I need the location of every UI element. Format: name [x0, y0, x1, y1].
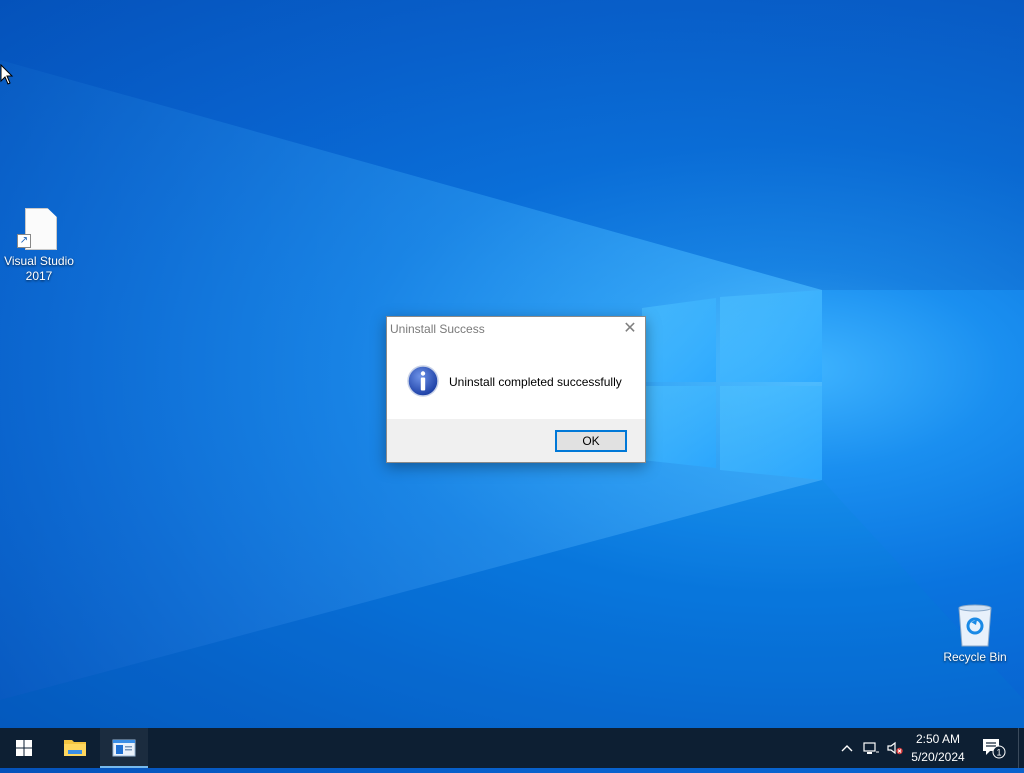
visual-studio-2017-shortcut[interactable]: ↗ Visual Studio 2017	[0, 204, 79, 284]
ok-button[interactable]: OK	[555, 430, 627, 452]
close-icon[interactable]: ✕	[619, 319, 641, 339]
taskbar: 2:50 AM 5/20/2024 1	[0, 728, 1024, 768]
desktop-icon-label-line2: 2017	[25, 269, 53, 283]
desktop-icon-label: Recycle Bin	[943, 650, 1007, 664]
app-window-icon	[112, 739, 136, 757]
shortcut-arrow-icon: ↗	[17, 234, 31, 248]
recycle-bin-icon	[953, 600, 997, 648]
taskbar-app-button[interactable]	[100, 728, 148, 768]
clock-time: 2:50 AM	[915, 732, 961, 746]
recycle-bin-icon-shortcut[interactable]: Recycle Bin	[935, 600, 1015, 665]
dialog-body: Uninstall completed successfully	[387, 341, 645, 419]
windows-logo-icon	[16, 740, 32, 756]
dialog-title: Uninstall Success	[390, 322, 485, 336]
uninstall-success-dialog: Uninstall Success ✕ Uninstall completed …	[386, 316, 646, 463]
windows-wallpaper-logo	[642, 290, 822, 480]
system-clock[interactable]: 2:50 AM 5/20/2024	[906, 730, 970, 766]
dialog-message: Uninstall completed successfully	[449, 375, 622, 389]
desktop-icon-label: Visual Studio	[4, 254, 74, 268]
notification-icon: 1	[983, 739, 1006, 759]
volume-muted-icon[interactable]	[886, 738, 904, 758]
mouse-cursor-icon	[0, 64, 14, 85]
action-center-button[interactable]: 1	[980, 736, 1006, 760]
notification-count: 1	[996, 748, 1001, 758]
start-button[interactable]	[0, 728, 48, 768]
info-icon	[407, 365, 439, 397]
dialog-footer: OK	[387, 419, 645, 462]
dialog-title-bar[interactable]: Uninstall Success ✕	[387, 317, 645, 341]
document-icon: ↗	[17, 204, 61, 252]
network-icon[interactable]	[862, 738, 880, 758]
file-explorer-icon	[64, 740, 86, 756]
show-desktop-button[interactable]	[1018, 728, 1024, 768]
clock-date: 5/20/2024	[911, 750, 965, 764]
show-hidden-icons-chevron-icon[interactable]	[838, 738, 856, 758]
file-explorer-button[interactable]	[51, 728, 99, 768]
